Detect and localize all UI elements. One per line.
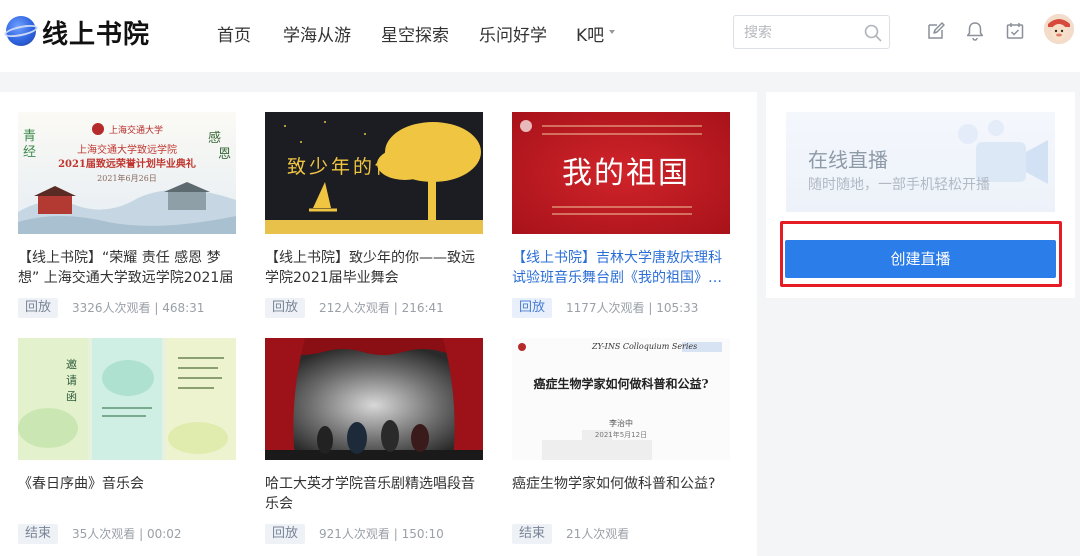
svg-text:上海交通大学: 上海交通大学 [109,124,163,136]
view-stats: 212人次观看 | 216:41 [319,301,444,315]
nav-kba[interactable]: K吧 [576,21,604,46]
status-badge: 回放 [18,298,58,318]
thumb-speaker: 李治中 [609,419,633,428]
video-title[interactable]: 癌症生物学家如何做科普和公益? [512,474,730,494]
thumb-text: 青 [23,129,36,144]
video-list-panel: 上海交通大学 青 经 感 恩 上海交通大学致远学院 2021届致远荣誉计划毕业典… [0,92,757,556]
video-thumbnail[interactable] [265,338,483,460]
search-box [733,15,890,49]
nav-xingkong[interactable]: 星空探索 [381,21,449,46]
status-badge: 结束 [512,524,552,544]
view-stats: 35人次观看 | 00:02 [72,527,182,541]
thumb-title: 致少年的你 [287,156,398,178]
view-stats: 3326人次观看 | 468:31 [72,301,205,315]
video-thumbnail[interactable]: 上海交通大学 青 经 感 恩 上海交通大学致远学院 2021届致远荣誉计划毕业典… [18,112,236,234]
status-badge: 回放 [265,524,305,544]
svg-text:恩: 恩 [218,147,231,162]
video-thumbnail[interactable]: 邀 请 函 [18,338,236,460]
live-promo-banner: 在线直播 随时随地，一部手机轻松开播 [786,112,1055,212]
view-stats: 21人次观看 [566,527,630,541]
search-icon[interactable] [863,23,883,43]
nav-xuehai[interactable]: 学海从游 [283,21,351,46]
svg-text:请: 请 [66,374,77,387]
video-title[interactable]: 《春日序曲》音乐会 [18,474,236,494]
svg-text:邀: 邀 [66,357,77,371]
promo-title: 在线直播 [808,148,888,172]
thumb-line1: 上海交通大学致远学院 [77,145,177,156]
bell-icon[interactable] [965,21,985,41]
top-header: 线上书院 首页 学海从游 星空探索 乐问好学 K吧 [0,0,1080,72]
chevron-down-icon[interactable] [609,30,615,34]
thumb-date: 2021年6月26日 [97,174,157,183]
thumb-series: ZY-INS Colloquium Series [592,342,698,351]
status-badge: 回放 [265,298,305,318]
user-avatar[interactable] [1044,14,1074,44]
calendar-check-icon[interactable] [1005,21,1025,41]
video-title[interactable]: 【线上书院】致少年的你——致远学院2021届毕业舞会 [265,248,483,288]
create-live-button[interactable]: 创建直播 [785,240,1056,278]
video-title[interactable]: 【线上书院】“荣耀 责任 感恩 梦想” 上海交通大学致远学院2021届致… [18,248,236,288]
video-title[interactable]: 【线上书院】吉林大学唐敖庆理科试验班音乐舞台剧《我的祖国》… [512,248,730,288]
thumb-date: 2021年5月12日 [594,431,648,439]
search-input[interactable] [744,23,854,43]
thumb-line2: 2021届致远荣誉计划毕业典礼 [58,159,196,170]
svg-text:函: 函 [66,390,77,403]
video-title[interactable]: 哈工大英才学院音乐剧精选唱段音乐会 [265,474,483,514]
status-badge: 结束 [18,524,58,544]
view-stats: 921人次观看 | 150:10 [319,527,444,541]
edit-icon[interactable] [926,21,946,41]
svg-text:感: 感 [208,130,221,146]
svg-text:经: 经 [23,145,36,160]
thumb-title: 癌症生物学家如何做科普和公益? [533,377,709,391]
nav-lewen[interactable]: 乐问好学 [479,21,547,46]
site-title[interactable]: 线上书院 [42,14,150,51]
nav-home[interactable]: 首页 [217,21,251,46]
view-stats: 1177人次观看 | 105:33 [566,301,699,315]
avatar-face-icon [1044,14,1074,44]
video-thumbnail[interactable]: ZY-INS Colloquium Series 癌症生物学家如何做科普和公益?… [512,338,730,460]
thumb-title: 我的祖国 [562,156,690,191]
status-badge: 回放 [512,298,552,318]
promo-subtitle: 随时随地，一部手机轻松开播 [808,177,990,193]
video-thumbnail[interactable]: 致少年的你 [265,112,483,234]
video-thumbnail[interactable]: 我的祖国 [512,112,730,234]
